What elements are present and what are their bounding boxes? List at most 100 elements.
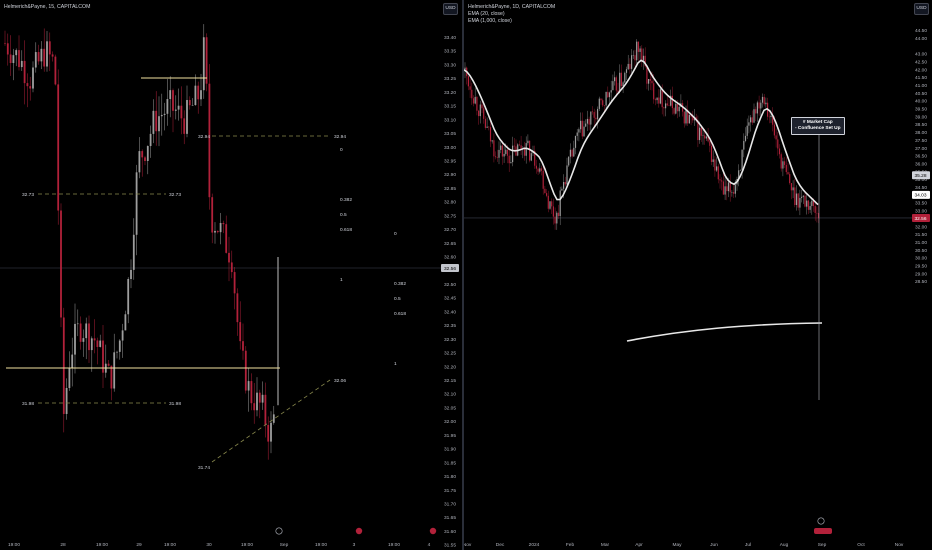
right-candle (710, 145, 713, 162)
left-candle (250, 381, 253, 404)
left-candle (127, 279, 130, 315)
right-candle (501, 145, 503, 157)
right-candle (472, 98, 475, 104)
dividend-badge[interactable] (814, 528, 832, 534)
left-price-tick: 31.70 (444, 501, 456, 507)
right-time-tick: Apr (635, 542, 643, 548)
left-currency-button[interactable]: USD (443, 3, 458, 15)
ema20-line[interactable] (464, 59, 819, 206)
left-candle (20, 60, 23, 68)
ema1000-line[interactable] (626, 322, 823, 342)
right-candle (566, 165, 568, 185)
right-price-tick: 30.00 (915, 256, 927, 262)
right-candle (593, 112, 595, 118)
ema1000-legend[interactable]: EMA (1,000, close) (468, 18, 555, 25)
right-candle (549, 201, 551, 209)
left-candle (12, 55, 15, 64)
left-candle (9, 54, 12, 64)
left-candle (124, 314, 127, 331)
left-price-tick: 32.85 (444, 186, 456, 192)
right-candle (631, 55, 633, 69)
right-candle (595, 117, 597, 120)
right-time-tick: Jun (710, 542, 718, 548)
event-icon[interactable] (429, 527, 437, 535)
right-candle (574, 135, 577, 148)
left-price-tick: 31.60 (444, 529, 456, 535)
right-candle (619, 72, 621, 92)
right-candle (552, 206, 554, 217)
right-time-tick: May (672, 542, 682, 548)
left-candle (256, 392, 258, 411)
right-candle (678, 106, 680, 112)
earnings-icon[interactable] (275, 527, 283, 535)
left-candle (135, 172, 138, 235)
right-candle (484, 118, 486, 128)
right-chart-canvas[interactable]: 44.50 44.00 43.0042.50 42.00 41.50 41.00 40.50… (464, 0, 932, 550)
right-candle (700, 127, 702, 136)
right-price-tick: 37.00 (915, 146, 927, 152)
right-candle (600, 98, 602, 101)
right-chart-pane[interactable]: 44.50 44.00 43.00 42.50 42.00 41.50 41.00 40.50… (464, 0, 932, 550)
right-candle (799, 197, 801, 208)
level-3294-label-left: 32.94 (198, 134, 210, 140)
right-candle (615, 77, 617, 91)
left-candle (233, 272, 236, 294)
right-candle (580, 120, 582, 130)
left-candle (71, 354, 74, 368)
right-candle (724, 186, 726, 195)
left-price-tick: 32.95 (444, 158, 456, 164)
right-candle (797, 193, 799, 208)
right-currency-button[interactable]: USD (914, 3, 929, 15)
right-candle (597, 108, 599, 120)
right-candle (778, 148, 781, 155)
right-candle (789, 174, 791, 184)
right-candle (741, 149, 743, 171)
left-price-tick: 32.15 (444, 378, 456, 384)
left-candle (46, 41, 48, 67)
left-time-tick: Sep (280, 542, 289, 548)
left-price-tick: 32.20 (444, 364, 456, 370)
right-candle (488, 126, 490, 128)
left-candle (26, 83, 29, 87)
right-candle (561, 188, 563, 191)
dividend-icon[interactable] (355, 527, 363, 535)
right-candle (802, 195, 804, 197)
level-3198-label-left: 31.98 (22, 401, 34, 407)
right-time-tick: Feb (566, 542, 575, 548)
right-price-tick: 44.00 (915, 36, 927, 42)
left-candle (244, 350, 247, 391)
left-candle (177, 105, 180, 110)
right-candle (726, 186, 728, 192)
right-candle (654, 99, 656, 101)
left-candle (230, 262, 233, 273)
earnings-icon[interactable] (817, 517, 825, 525)
ema20-legend[interactable]: EMA (20, close) (468, 11, 555, 18)
right-candle (792, 187, 794, 191)
left-price-tick: 33.10 (444, 117, 456, 123)
left-candle (264, 394, 267, 426)
right-candle (733, 192, 735, 194)
right-candle (518, 144, 520, 146)
right-candle (671, 95, 673, 109)
left-chart-canvas[interactable]: 33.40 33.35 33.30 33.25 33.20 33.15 33.10 33.05… (0, 0, 462, 550)
right-candle (603, 105, 605, 106)
level-3206-label: 32.06 (334, 378, 346, 384)
left-candle (23, 60, 26, 84)
right-candle (617, 90, 619, 92)
left-time-tick: 30 (206, 542, 212, 548)
left-candle (34, 52, 37, 68)
left-candle (65, 388, 68, 414)
left-price-tick: 33.35 (444, 49, 456, 55)
left-chart-pane[interactable]: 33.40 33.35 33.30 33.25 33.20 33.15 33.10 33.05… (0, 0, 462, 550)
right-candle (551, 201, 553, 207)
left-price-axis[interactable] (441, 0, 462, 550)
right-candle (717, 166, 719, 180)
left-candle (90, 338, 93, 351)
left-time-tick: 19:00 (164, 542, 176, 548)
right-candle (607, 91, 609, 98)
right-candle (760, 102, 762, 109)
left-candle (79, 323, 82, 342)
right-candle (651, 80, 653, 84)
market-cap-annotation[interactable]: # Market Cap - Confluence Set Up (791, 117, 845, 135)
right-candle (540, 168, 543, 171)
